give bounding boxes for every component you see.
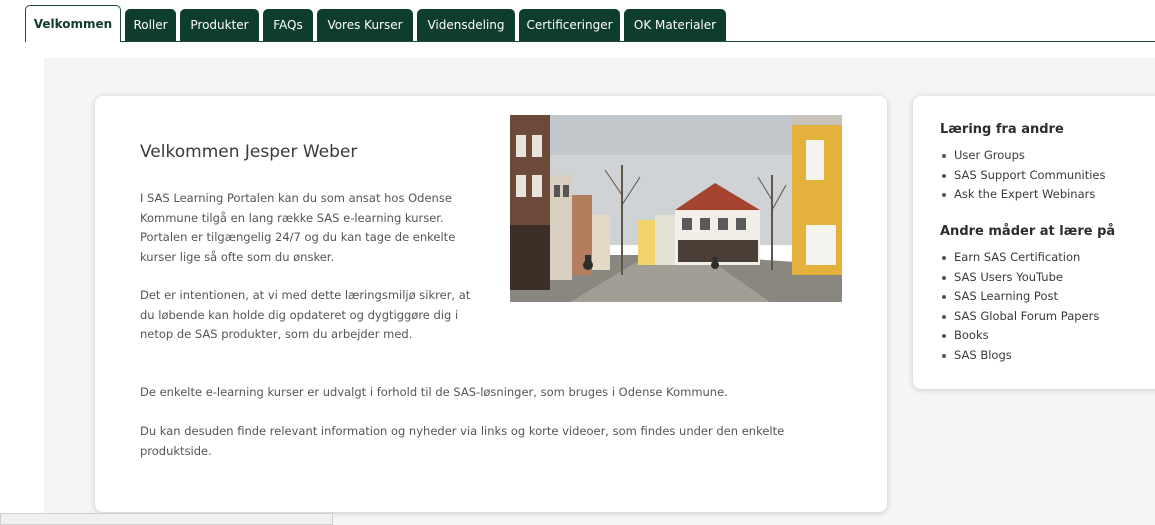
list-item[interactable]: SAS Users YouTube (940, 268, 1099, 288)
tab-faqs[interactable]: FAQs (263, 9, 313, 41)
links-paragraph: Du kan desuden finde relevant informatio… (140, 424, 785, 458)
courses-paragraph: De enkelte e-learning kurser er udvalgt … (140, 385, 728, 399)
intention-paragraph: Det er intentionen, at vi med dette læri… (140, 288, 471, 341)
other-ways-list: Earn SAS Certification SAS Users YouTube… (940, 248, 1099, 365)
welcome-heading: Velkommen Jesper Weber (140, 142, 358, 162)
status-bar (0, 513, 333, 525)
tab-certificeringer[interactable]: Certificeringer (519, 9, 620, 41)
other-ways-title: Andre måder at lære på (940, 224, 1116, 239)
list-item[interactable]: SAS Support Communities (940, 166, 1105, 186)
list-item[interactable]: SAS Blogs (940, 346, 1099, 366)
tab-bar: Velkommen Roller Produkter FAQs Vores Ku… (0, 0, 1155, 43)
list-item[interactable]: Ask the Expert Webinars (940, 185, 1105, 205)
tab-vidensdeling[interactable]: Vidensdeling (417, 9, 515, 41)
tab-velkommen[interactable]: Velkommen (25, 5, 121, 42)
tab-roller[interactable]: Roller (125, 9, 176, 41)
tab-vores-kurser[interactable]: Vores Kurser (317, 9, 413, 41)
list-item[interactable]: SAS Global Forum Papers (940, 307, 1099, 327)
list-item[interactable]: User Groups (940, 146, 1105, 166)
list-item[interactable]: SAS Learning Post (940, 287, 1099, 307)
tab-underline (120, 41, 1155, 42)
learning-from-others-list: User Groups SAS Support Communities Ask … (940, 146, 1105, 205)
tab-ok-materialer[interactable]: OK Materialer (624, 9, 726, 41)
learning-from-others-title: Læring fra andre (940, 122, 1064, 137)
list-item[interactable]: Books (940, 326, 1099, 346)
tab-produkter[interactable]: Produkter (180, 9, 259, 41)
list-item[interactable]: Earn SAS Certification (940, 248, 1099, 268)
intro-paragraph: I SAS Learning Portalen kan du som ansat… (140, 191, 456, 264)
odense-street-photo (510, 115, 842, 302)
